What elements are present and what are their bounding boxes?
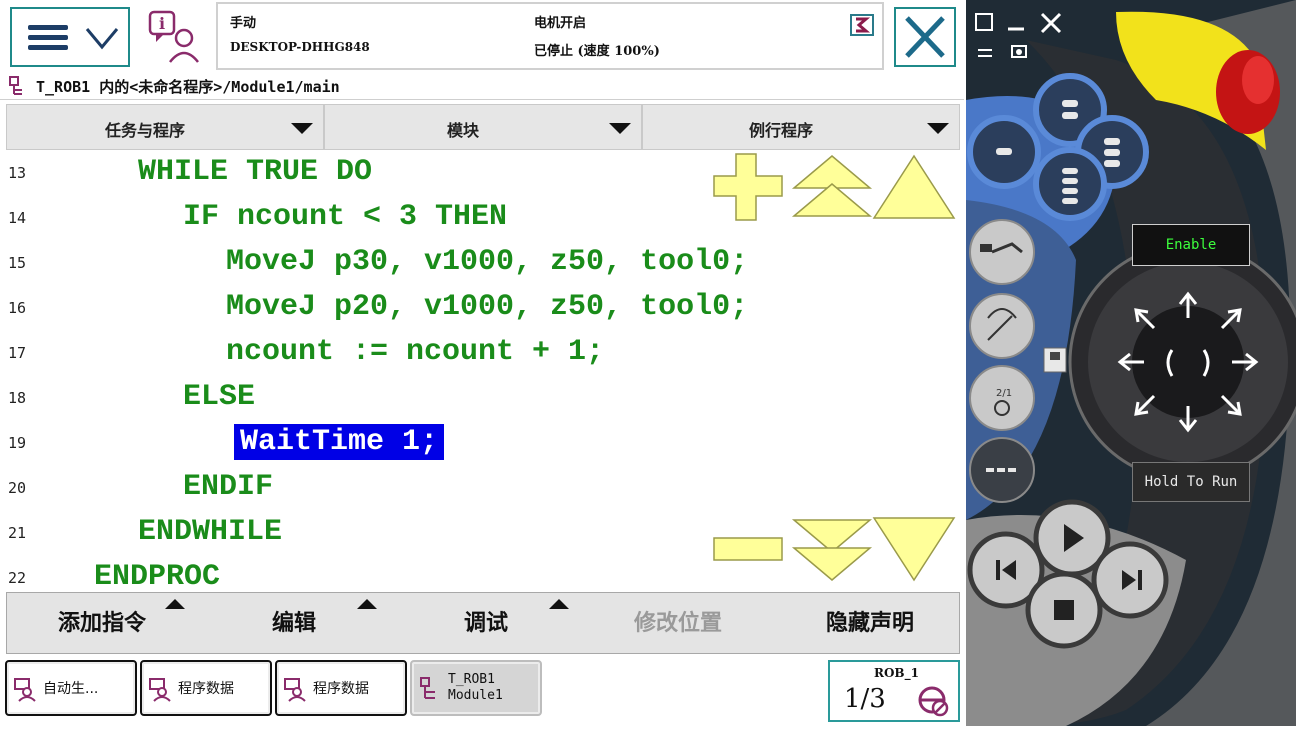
app-window-icon [14, 678, 36, 702]
operator-info-icon[interactable]: i [146, 8, 206, 66]
controller-name: DESKTOP-DHHG848 [230, 40, 370, 54]
task-label-line2: Module1 [448, 688, 503, 703]
debug-button[interactable]: 调试 [401, 605, 571, 645]
enable-button[interactable]: Enable [1132, 224, 1250, 266]
task-auto-generated[interactable]: 自动生... [5, 660, 137, 716]
step-forward-icon[interactable] [1091, 541, 1169, 619]
svg-text:i: i [159, 14, 165, 33]
dropdown-arrow-icon [927, 123, 949, 134]
line-number: 13 [8, 164, 27, 182]
motion-mode-icon[interactable] [969, 293, 1035, 359]
scroll-zoom-controls [713, 153, 956, 582]
program-data-icon [149, 678, 171, 702]
svg-text:2/1: 2/1 [996, 388, 1012, 399]
program-state: 已停止 (速度 100%) [534, 44, 660, 59]
hide-declarations-button[interactable]: 隐藏声明 [785, 605, 955, 645]
line-number: 22 [8, 569, 27, 587]
task-program-data[interactable]: 程序数据 [275, 660, 407, 716]
program-path-bar: T_ROB1 内的<未命名程序>/Module1/main [0, 72, 964, 100]
dropdown-arrow-icon [609, 123, 631, 134]
line-number: 20 [8, 479, 27, 497]
program-filter-bar: 任务与程序 模块 例行程序 [6, 104, 960, 150]
pendant-body: 2/1 [966, 0, 1296, 726]
program-tree-icon [9, 76, 22, 95]
program-data-icon [284, 678, 306, 702]
filter-routines[interactable]: 例行程序 [642, 104, 960, 150]
quickset-robot-status[interactable]: ROB_1 1/3 [828, 660, 960, 722]
hold-to-run-button[interactable]: Hold To Run [1132, 462, 1250, 502]
task-program-editor[interactable]: T_ROB1 Module1 [410, 660, 542, 716]
code-text[interactable]: MoveJ p30, v1000, z50, tool0; [226, 244, 748, 280]
filter-label: 任务与程序 [104, 121, 185, 140]
joystick-icon[interactable] [1068, 242, 1296, 482]
robot-name: ROB_1 [874, 666, 919, 680]
menu-up-arrow-icon [357, 599, 377, 609]
filter-label: 模块 [446, 121, 479, 140]
task-label: T_ROB1 Module1 [448, 672, 503, 704]
robot-speed-icon [918, 686, 949, 717]
flexpendant-screen: i 手动 DESKTOP-DHHG848 电机开启 已停止 (速度 100%) … [0, 0, 966, 726]
hamburger-icon [28, 25, 68, 51]
code-text[interactable]: IF ncount < 3 THEN [183, 199, 507, 235]
menu-up-arrow-icon [549, 599, 569, 609]
line-number: 16 [8, 299, 27, 317]
custom-key-2-icon[interactable] [967, 115, 1041, 189]
line-number: 15 [8, 254, 27, 272]
stop-button-icon[interactable] [1025, 571, 1103, 649]
scroll-bottom-icon[interactable] [872, 517, 956, 582]
increment-toggle-icon[interactable]: 2/1 [969, 365, 1035, 431]
code-text[interactable]: ncount := ncount + 1; [226, 334, 604, 370]
edit-button[interactable]: 编辑 [209, 605, 379, 645]
code-text[interactable]: MoveJ p20, v1000, z50, tool0; [226, 289, 748, 325]
code-text[interactable]: ENDWHILE [138, 514, 282, 550]
motor-state: 电机开启 [534, 16, 587, 31]
add-instruction-button[interactable]: 添加指令 [17, 605, 187, 645]
program-tree-icon [420, 677, 435, 699]
line-number: 21 [8, 524, 27, 542]
task-fraction: 1/3 [844, 684, 886, 714]
event-log-icon [850, 14, 874, 36]
menu-up-arrow-icon [165, 599, 185, 609]
custom-button-dashes-icon[interactable] [969, 437, 1035, 503]
filter-tasks-and-programs[interactable]: 任务与程序 [6, 104, 324, 150]
modify-position-button[interactable]: 修改位置 [593, 605, 763, 645]
code-text[interactable]: WHILE TRUE DO [138, 154, 372, 190]
close-button[interactable] [894, 7, 956, 67]
program-path: T_ROB1 内的<未命名程序>/Module1/main [36, 78, 340, 96]
status-bar[interactable]: 手动 DESKTOP-DHHG848 电机开启 已停止 (速度 100%) [216, 2, 884, 70]
task-label: 程序数据 [178, 681, 234, 697]
device-tab-icon[interactable] [1043, 347, 1067, 373]
line-number: 14 [8, 209, 27, 227]
operating-mode: 手动 [230, 16, 257, 31]
pendant-hardware: 2/1 [966, 0, 1296, 726]
abb-menu-button[interactable] [10, 7, 130, 67]
task-label-line1: T_ROB1 [448, 672, 495, 687]
line-number: 17 [8, 344, 27, 362]
code-text[interactable]: ELSE [183, 379, 255, 415]
line-number: 18 [8, 389, 27, 407]
task-label: 自动生... [43, 681, 99, 697]
dropdown-arrow-icon [291, 123, 313, 134]
page-up-icon[interactable] [791, 155, 873, 217]
command-bar: 添加指令 编辑 调试 修改位置 隐藏声明 [6, 592, 960, 654]
close-icon [905, 16, 945, 58]
mechanical-unit-icon[interactable] [969, 219, 1035, 285]
zoom-out-icon[interactable] [713, 537, 783, 561]
code-text[interactable]: ENDPROC [94, 559, 220, 588]
page-down-icon[interactable] [791, 519, 873, 581]
filter-modules[interactable]: 模块 [324, 104, 642, 150]
custom-key-4-icon[interactable] [1033, 147, 1107, 221]
line-number: 19 [8, 434, 27, 452]
zoom-in-icon[interactable] [713, 153, 783, 221]
emergency-stop-icon[interactable] [1216, 50, 1280, 134]
code-text[interactable]: ENDIF [183, 469, 273, 505]
selected-code-text[interactable]: WaitTime 1; [234, 424, 445, 460]
task-label: 程序数据 [313, 681, 369, 697]
task-program-data[interactable]: 程序数据 [140, 660, 272, 716]
chevron-down-icon [85, 28, 119, 50]
filter-label: 例行程序 [748, 121, 813, 140]
scroll-top-icon[interactable] [872, 154, 956, 219]
taskbar: 自动生... 程序数据 程序数据 T_ROB1 Module1 [0, 656, 966, 726]
